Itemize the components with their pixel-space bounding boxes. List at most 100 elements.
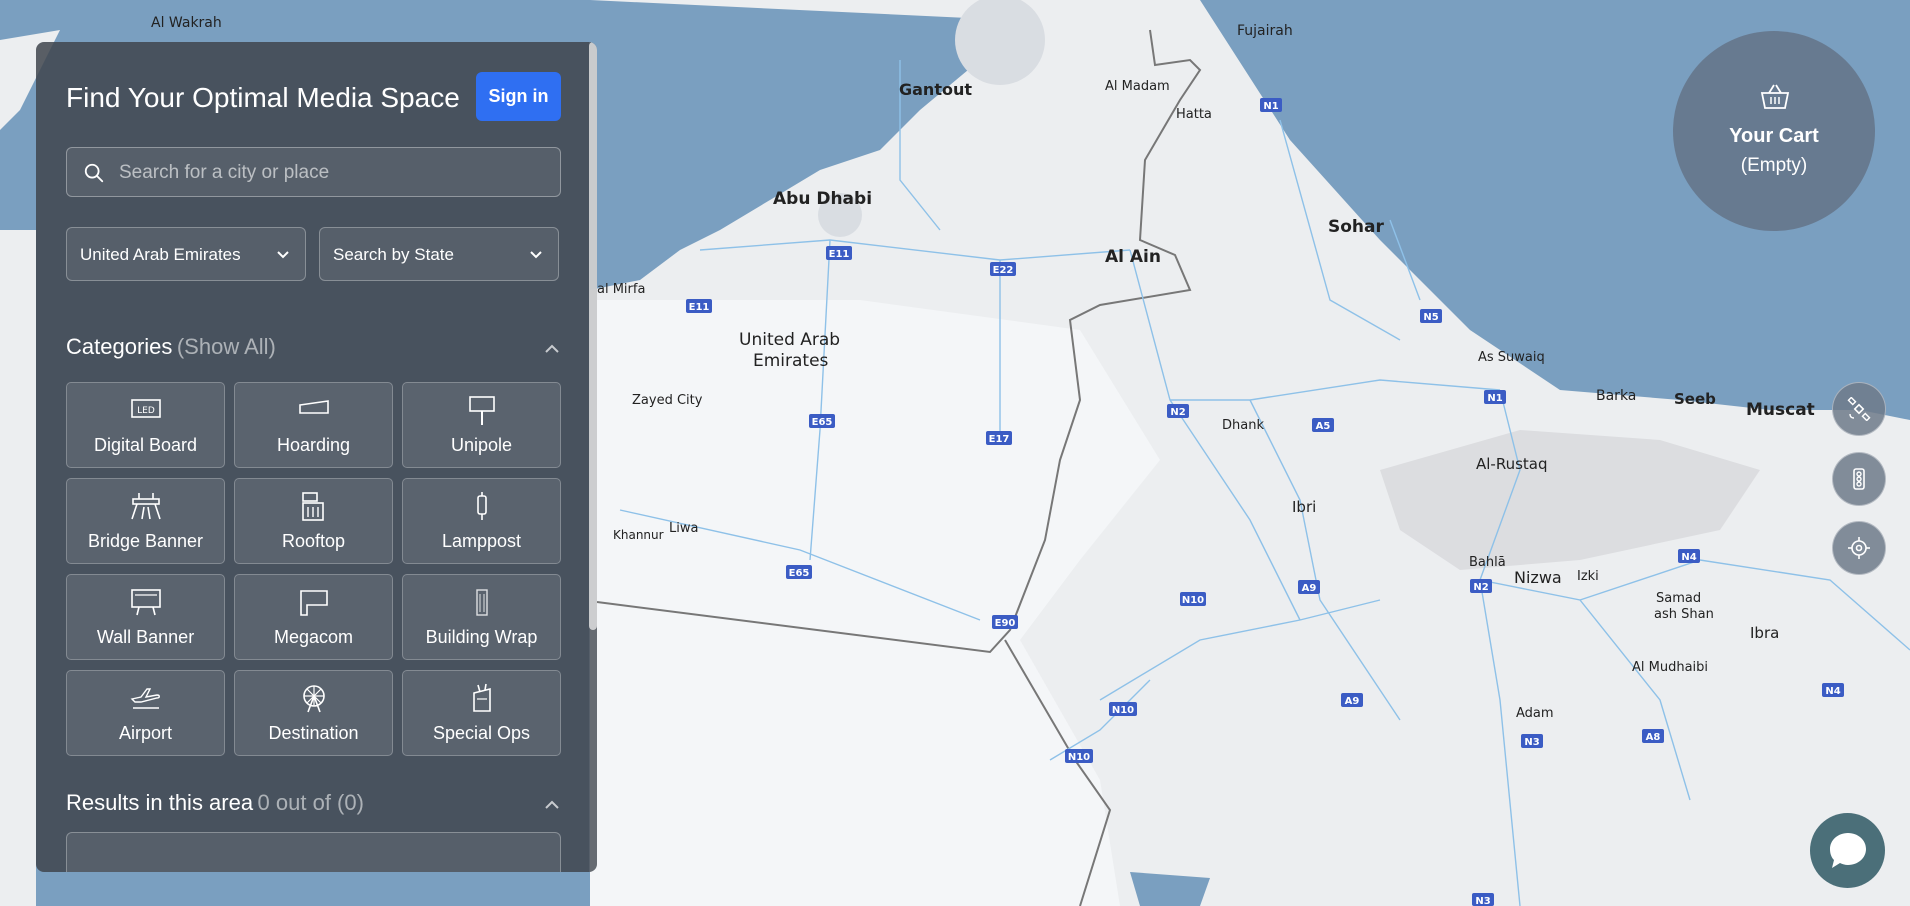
- category-building-wrap[interactable]: Building Wrap: [402, 574, 561, 660]
- category-megacom[interactable]: Megacom: [234, 574, 393, 660]
- chat-bubble-icon: [1830, 833, 1866, 868]
- wall-banner-icon: [130, 589, 161, 616]
- megacom-icon: [299, 590, 328, 616]
- road-label: N10: [1112, 705, 1134, 716]
- road-label: N4: [1681, 552, 1696, 563]
- category-special-ops[interactable]: Special Ops: [402, 670, 561, 756]
- category-unipole[interactable]: Unipole: [402, 382, 561, 468]
- category-label: Digital Board: [93, 435, 198, 455]
- led-board-icon: LED: [130, 399, 161, 418]
- svg-text:LED: LED: [137, 406, 155, 416]
- place-label: Izki: [1577, 569, 1599, 584]
- panel-scrollbar-thumb[interactable]: [589, 42, 597, 630]
- road-label: A9: [1302, 583, 1317, 594]
- category-airport[interactable]: Airport: [66, 670, 225, 756]
- result-card[interactable]: [66, 832, 561, 872]
- categories-header[interactable]: Categories (Show All): [66, 334, 561, 364]
- chat-button[interactable]: [1810, 813, 1885, 888]
- search-box[interactable]: [66, 147, 561, 198]
- category-label: Megacom: [273, 627, 354, 647]
- state-select[interactable]: Search by State: [319, 227, 559, 281]
- ferris-wheel-icon: [302, 685, 325, 713]
- land-left-bottom: [0, 230, 36, 906]
- category-lamppost[interactable]: Lamppost: [402, 478, 561, 564]
- satellite-icon: [1847, 397, 1871, 421]
- road-label: E65: [789, 568, 810, 579]
- category-bridge-banner[interactable]: Bridge Banner: [66, 478, 225, 564]
- place-label: Adam: [1516, 706, 1554, 721]
- category-digital-board[interactable]: LED Digital Board: [66, 382, 225, 468]
- place-label: Muscat: [1746, 400, 1815, 420]
- results-count: 0 out of (0): [257, 790, 364, 815]
- category-wall-banner[interactable]: Wall Banner: [66, 574, 225, 660]
- road-label: N2: [1473, 582, 1488, 593]
- search-icon: [84, 163, 104, 183]
- place-label: Fujairah: [1237, 23, 1293, 39]
- road-label: N3: [1475, 896, 1490, 906]
- unipole-icon: [468, 396, 495, 425]
- cart-status: (Empty): [1740, 155, 1808, 176]
- place-label: Al-Rustaq: [1476, 455, 1548, 473]
- place-label: al Mirfa: [597, 282, 645, 297]
- place-label: Seeb: [1674, 390, 1716, 408]
- place-label: Gantout: [899, 80, 972, 99]
- cart-button[interactable]: Your Cart (Empty): [1673, 31, 1875, 231]
- search-input[interactable]: [117, 148, 551, 198]
- place-label: United Arab: [739, 330, 840, 350]
- category-hoarding[interactable]: Hoarding: [234, 382, 393, 468]
- traffic-layer-button[interactable]: [1832, 452, 1886, 506]
- place-label: Khannur: [613, 528, 664, 542]
- chevron-up-icon[interactable]: [543, 796, 561, 814]
- categories-title: Categories: [66, 334, 173, 359]
- place-label: Al Wakrah: [151, 15, 222, 31]
- category-label: Wall Banner: [96, 627, 195, 647]
- place-label: Al Mudhaibi: [1632, 660, 1708, 675]
- road-label: A9: [1345, 696, 1360, 707]
- results-title: Results in this area: [66, 790, 254, 815]
- satellite-view-button[interactable]: [1832, 382, 1886, 436]
- category-label: Airport: [118, 723, 172, 743]
- category-label: Building Wrap: [425, 627, 538, 647]
- hoarding-icon: [298, 400, 329, 414]
- panel-title: Find Your Optimal Media Space: [66, 82, 460, 113]
- road-label: E90: [995, 618, 1016, 629]
- sign-in-button[interactable]: Sign in: [476, 72, 561, 121]
- category-label: Special Ops: [432, 723, 531, 743]
- category-label: Lamppost: [441, 531, 522, 551]
- chevron-down-icon: [530, 251, 542, 259]
- rooftop-icon: [301, 492, 324, 521]
- show-all-link[interactable]: (Show All): [177, 334, 276, 359]
- place-label: Dhank: [1222, 418, 1264, 433]
- panel-header: Find Your Optimal Media Space Sign in: [66, 72, 561, 124]
- place-label: Emirates: [753, 351, 829, 371]
- place-label: Samad: [1656, 591, 1701, 606]
- category-destination[interactable]: Destination: [234, 670, 393, 756]
- results-header[interactable]: Results in this area 0 out of (0): [66, 790, 561, 820]
- category-label: Hoarding: [276, 435, 351, 455]
- road-label: E11: [689, 302, 710, 313]
- place-label: Ibri: [1292, 498, 1316, 516]
- bridge-icon: [130, 493, 161, 520]
- place-label: Abu Dhabi: [773, 189, 872, 209]
- lamppost-icon: [476, 492, 487, 520]
- place-label: Ibra: [1750, 624, 1779, 642]
- road-label: N5: [1423, 312, 1438, 323]
- road-label: E11: [829, 249, 850, 260]
- chevron-up-icon[interactable]: [543, 340, 561, 358]
- place-label: Al Ain: [1105, 247, 1161, 267]
- airplane-icon: [130, 688, 160, 709]
- road-label: N1: [1263, 101, 1278, 112]
- building-wrap-icon: [475, 589, 488, 616]
- state-select-value: Search by State: [333, 245, 454, 264]
- crosshair-icon: [1848, 537, 1870, 559]
- category-label: Rooftop: [281, 531, 346, 551]
- my-location-button[interactable]: [1832, 521, 1886, 575]
- place-label: Barka: [1596, 388, 1636, 404]
- category-rooftop[interactable]: Rooftop: [234, 478, 393, 564]
- place-label: Hatta: [1176, 107, 1212, 122]
- cart-title: Your Cart: [1729, 125, 1819, 147]
- road-label: E17: [989, 434, 1010, 445]
- country-select[interactable]: United Arab Emirates: [66, 227, 306, 281]
- search-panel: Find Your Optimal Media Space Sign in Un…: [36, 42, 597, 872]
- road-label: N2: [1170, 407, 1185, 418]
